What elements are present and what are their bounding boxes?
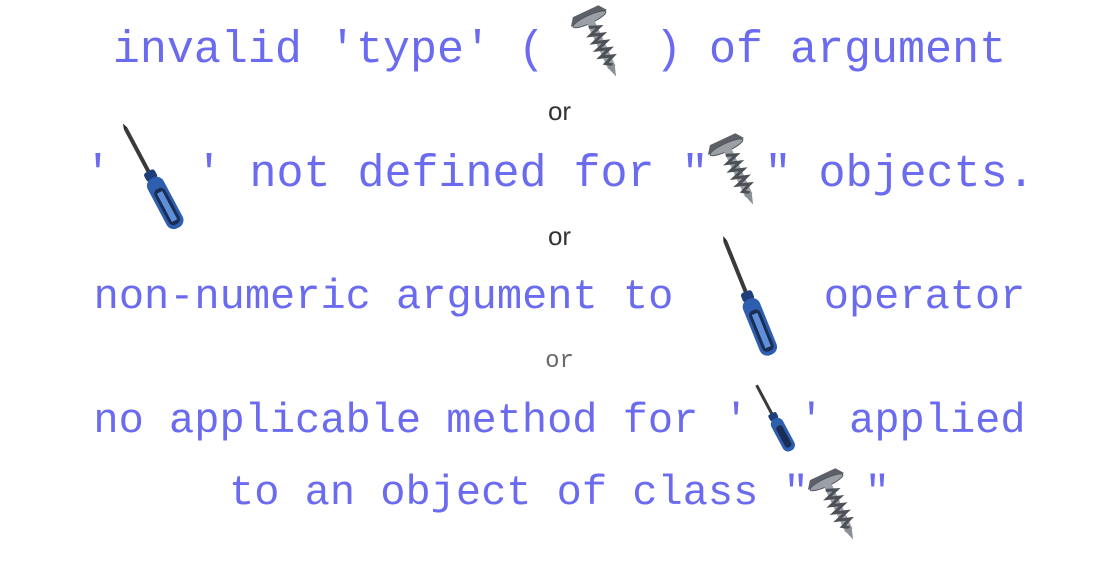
- error-line-no-applicable-method: no applicable method for ' ' applied: [0, 384, 1119, 452]
- or-separator: or: [547, 221, 572, 251]
- error-line-object-of-class: to an object of class " ": [0, 468, 1119, 540]
- screw-icon: [807, 468, 865, 540]
- error-line-not-defined: ' ' not defined for " " objects.: [0, 123, 1119, 230]
- text-segment: ': [84, 149, 112, 200]
- text-segment: no applicable method for ': [93, 397, 749, 445]
- screwdriver-icon: [111, 123, 195, 230]
- or-separator: or: [545, 348, 574, 375]
- screw-icon: [570, 5, 628, 77]
- text-segment: to an object of class ": [229, 469, 809, 517]
- screwdriver-icon: [699, 235, 799, 356]
- text-segment: ) of argument: [655, 25, 1007, 76]
- screwdriver-icon: [749, 384, 799, 452]
- text-segment: non-numeric argument to: [93, 273, 674, 321]
- text-segment: operator: [823, 273, 1026, 321]
- text-segment: ' applied: [798, 397, 1026, 445]
- error-line-invalid-type: invalid 'type' ( ) of argument: [0, 5, 1119, 77]
- text-segment: ": [864, 469, 890, 517]
- text-segment: invalid 'type' (: [112, 25, 545, 76]
- text-segment: ' not defined for ": [195, 149, 709, 200]
- error-line-non-numeric: non-numeric argument to operator: [0, 235, 1119, 356]
- text-segment: " objects.: [764, 149, 1035, 200]
- screw-icon: [707, 133, 765, 205]
